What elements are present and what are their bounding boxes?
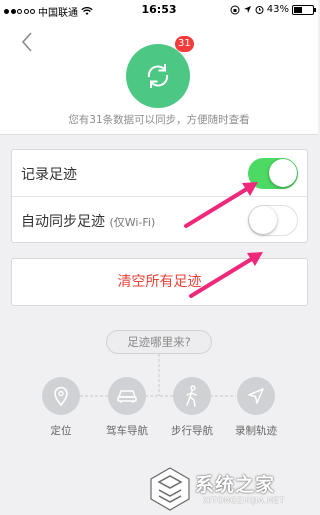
walking-person-icon	[173, 377, 211, 415]
navigation-arrow-icon	[237, 377, 275, 415]
watermark-emblem-icon	[150, 467, 190, 511]
watermark-text: 系统之家	[195, 474, 276, 496]
source-driving-nav: 驾车导航	[92, 377, 162, 438]
watermark-url: XITONGZHIJIA.NET	[203, 496, 285, 505]
source-label: 驾车导航	[106, 425, 148, 437]
source-walking-nav: 步行导航	[157, 377, 227, 438]
location-pin-icon	[42, 377, 80, 415]
car-icon	[108, 377, 146, 415]
footprint-source-title: 足迹哪里来?	[106, 330, 212, 354]
source-location: 定位	[26, 377, 96, 438]
source-label: 录制轨迹	[235, 425, 277, 437]
source-track-recording: 录制轨迹	[221, 377, 291, 438]
source-label: 定位	[50, 425, 72, 437]
watermark-logo: 系统之家 XITONGZHIJIA.NET	[143, 462, 318, 515]
source-label: 步行导航	[171, 425, 213, 437]
